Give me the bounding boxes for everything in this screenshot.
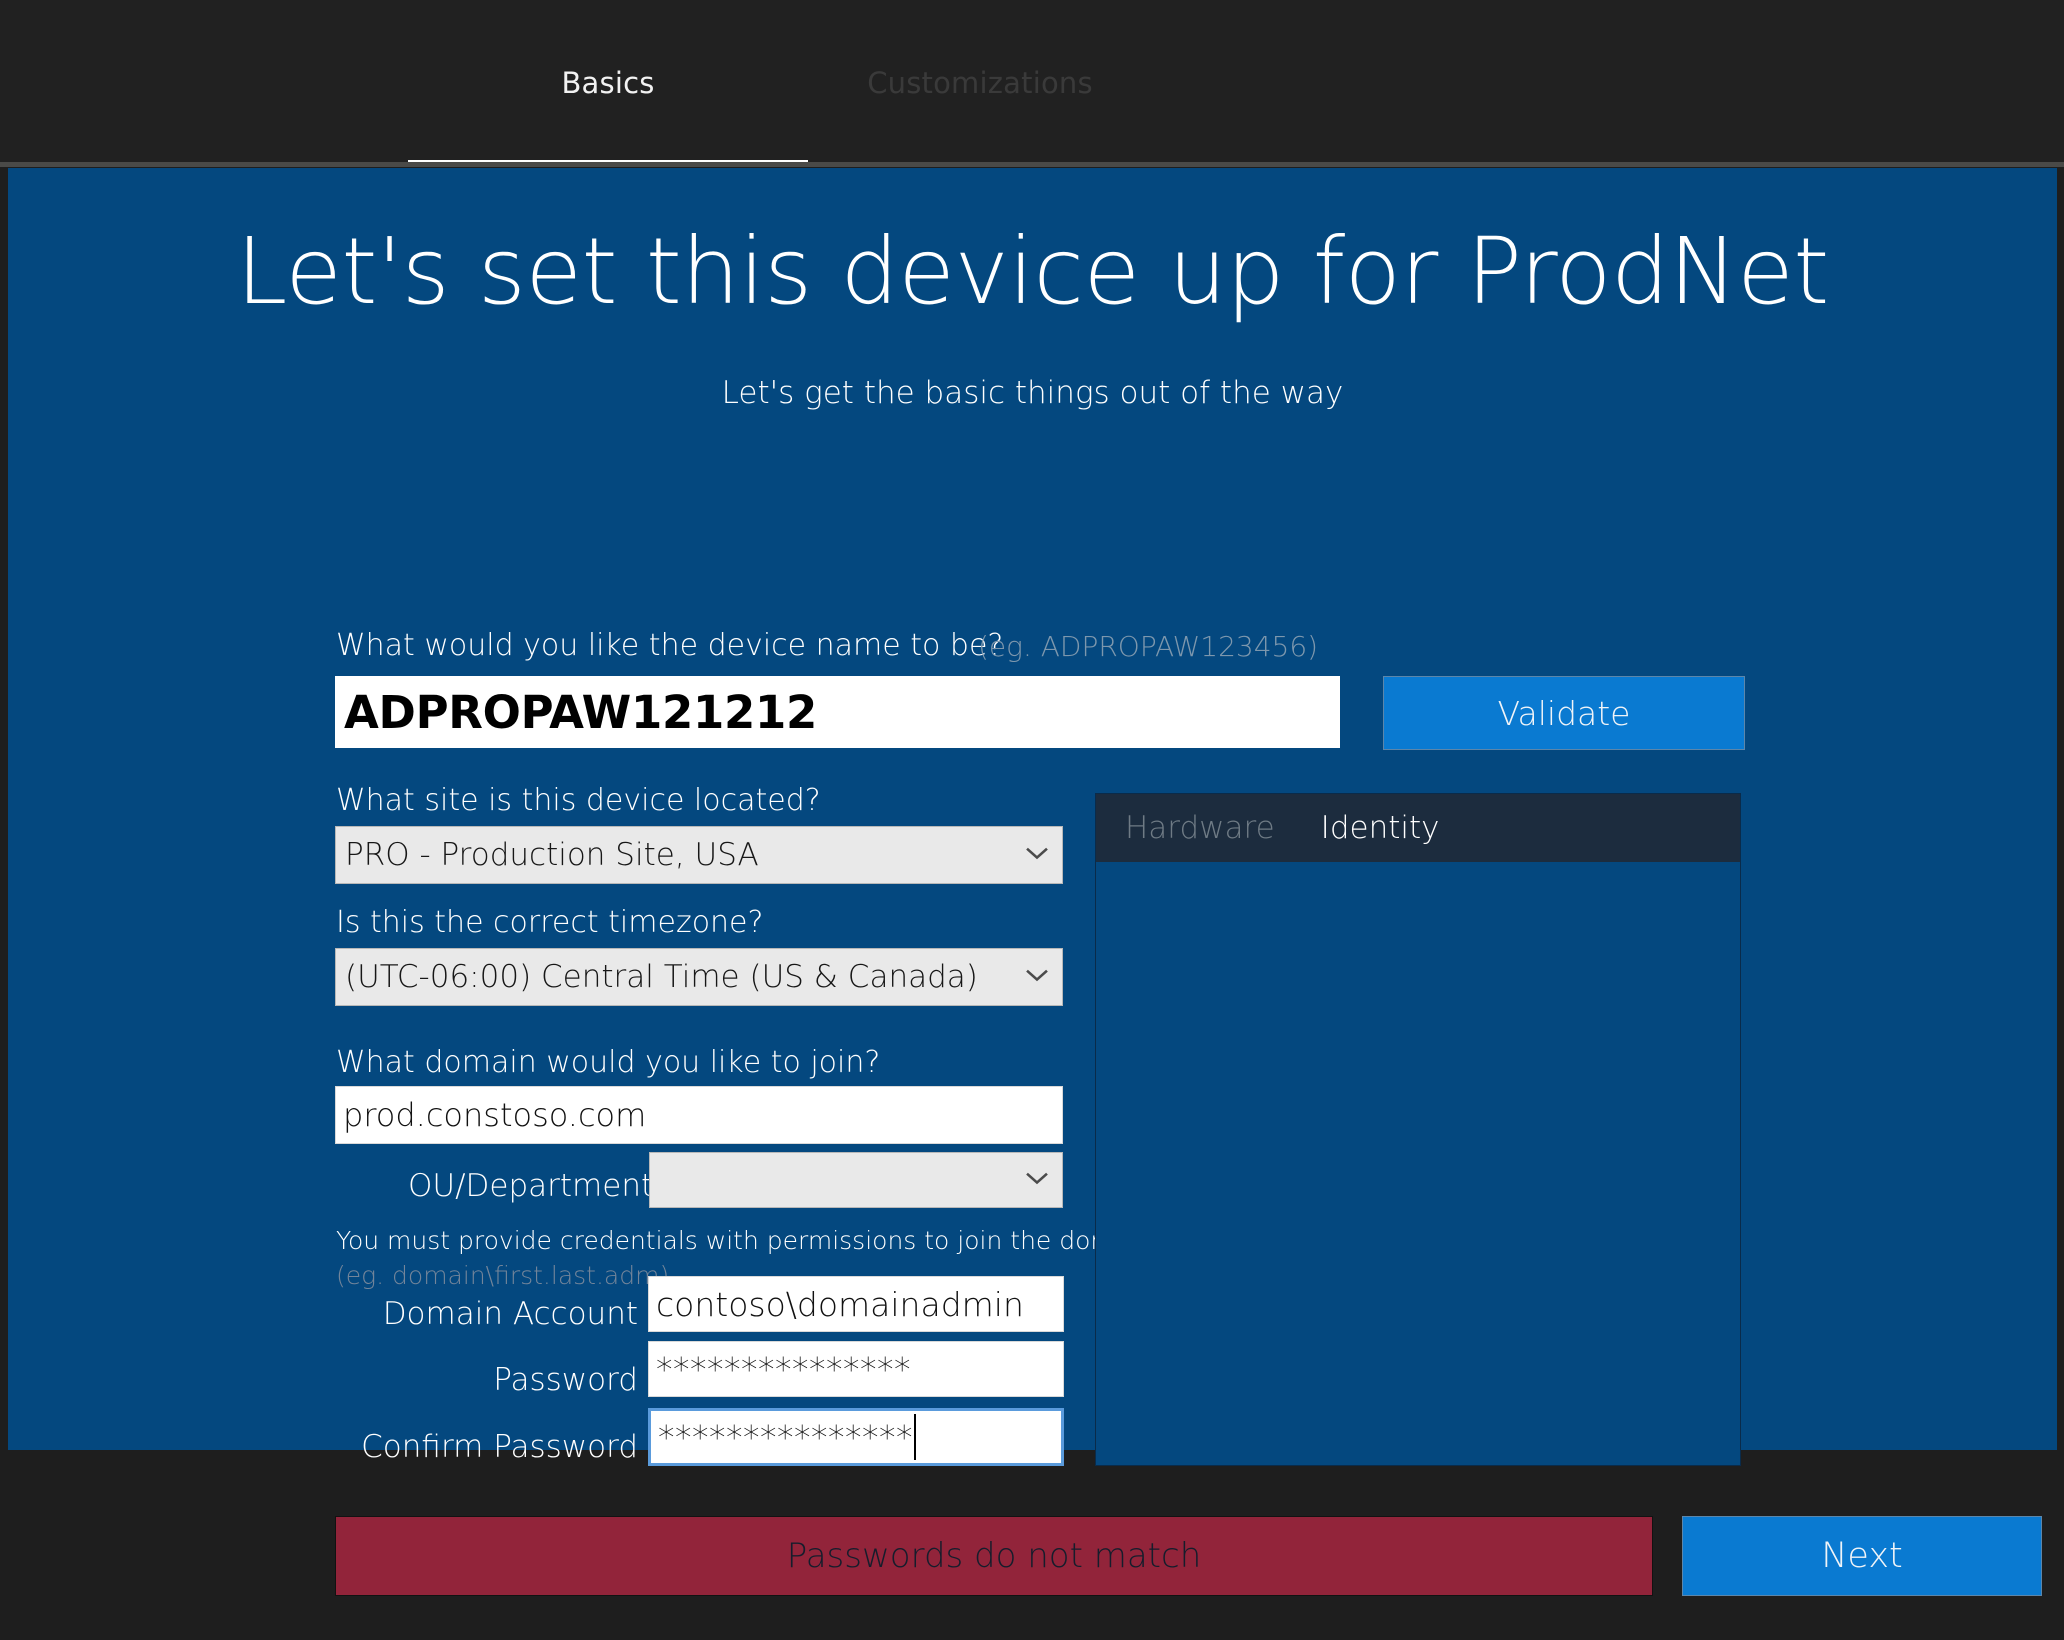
- password-label: Password: [493, 1362, 638, 1398]
- validate-button[interactable]: Validate: [1383, 676, 1745, 750]
- chevron-down-icon: [1026, 844, 1048, 866]
- setup-wizard-window: Basics Customizations Let's set this dev…: [0, 0, 2064, 1640]
- panel-tab-identity[interactable]: Identity: [1321, 812, 1440, 844]
- site-select[interactable]: PRO - Production Site, USA: [335, 826, 1063, 884]
- tab-customizations-label: Customizations: [867, 65, 1093, 100]
- confirm-password-label: Confirm Password: [361, 1429, 638, 1465]
- device-name-input[interactable]: ADPROPAW121212: [335, 676, 1340, 748]
- tab-basics-label: Basics: [561, 65, 655, 100]
- tab-basics[interactable]: Basics: [408, 0, 808, 166]
- password-input[interactable]: ***************: [648, 1341, 1064, 1397]
- page-title: Let's set this device up for ProdNet: [236, 218, 1829, 325]
- status-banner: Passwords do not match: [335, 1516, 1653, 1596]
- confirm-password-value: ***************: [658, 1417, 913, 1457]
- tab-customizations[interactable]: Customizations: [830, 0, 1130, 166]
- site-label: What site is this device located?: [336, 783, 821, 818]
- device-name-label: What would you like the device name to b…: [336, 628, 1004, 663]
- timezone-label: Is this the correct timezone?: [336, 905, 764, 940]
- confirm-password-input[interactable]: ***************: [648, 1408, 1064, 1466]
- wizard-page: Let's set this device up for ProdNet Let…: [8, 168, 2057, 1596]
- tabstrip-divider: [0, 162, 2064, 167]
- page-subtitle: Let's get the basic things out of the wa…: [721, 375, 1344, 411]
- timezone-select-value: (UTC-06:00) Central Time (US & Canada): [345, 959, 978, 995]
- domain-label: What domain would you like to join?: [336, 1045, 881, 1080]
- text-caret: [914, 1414, 916, 1460]
- chevron-down-icon: [1026, 966, 1048, 988]
- panel-tab-hardware[interactable]: Hardware: [1125, 812, 1275, 844]
- wizard-tabstrip: Basics Customizations: [0, 0, 2064, 167]
- credentials-hint: (eg. domain\first.last.adm): [336, 1261, 670, 1290]
- domain-input[interactable]: prod.constoso.com: [335, 1086, 1063, 1144]
- next-button[interactable]: Next: [1682, 1516, 2042, 1596]
- device-info-panel-body: [1096, 862, 1740, 1465]
- domain-account-input[interactable]: contoso\domainadmin: [648, 1276, 1064, 1332]
- device-name-hint: (eg. ADPROPAW123456): [978, 630, 1319, 663]
- timezone-select[interactable]: (UTC-06:00) Central Time (US & Canada): [335, 948, 1063, 1006]
- domain-account-label: Domain Account: [382, 1296, 638, 1332]
- credentials-note: You must provide credentials with permis…: [336, 1226, 1153, 1255]
- device-info-panel: Hardware Identity: [1095, 793, 1741, 1466]
- chevron-down-icon: [1026, 1169, 1048, 1191]
- ou-department-select[interactable]: [649, 1152, 1063, 1208]
- ou-department-label: OU/Department: [408, 1168, 654, 1204]
- device-info-panel-tabs: Hardware Identity: [1096, 794, 1740, 862]
- site-select-value: PRO - Production Site, USA: [345, 837, 759, 873]
